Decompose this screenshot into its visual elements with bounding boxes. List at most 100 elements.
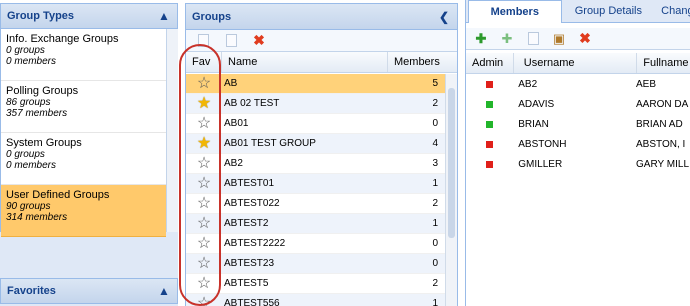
group-type-members: 357 members bbox=[6, 108, 68, 119]
star-outline-icon[interactable]: ☆ bbox=[197, 155, 211, 172]
group-members-cell: 0 bbox=[432, 118, 438, 129]
username-cell: AB2 bbox=[518, 78, 538, 90]
tab-group-details[interactable]: Group Details bbox=[562, 0, 656, 22]
group-types-list: Info. Exchange Groups 0 groups 0 members… bbox=[0, 29, 166, 237]
collapse-up-icon[interactable]: ▲ bbox=[157, 284, 171, 298]
new-group-icon[interactable] bbox=[196, 34, 210, 48]
add-members-icon[interactable]: ✚ bbox=[500, 31, 514, 46]
collapse-left-icon[interactable]: ❮ bbox=[437, 10, 451, 24]
group-type-title: Polling Groups bbox=[6, 85, 79, 97]
groups-header: Groups ❮ bbox=[186, 4, 457, 30]
fullname-cell: AEB bbox=[636, 78, 657, 90]
table-row[interactable]: ABSTONH ABSTON, I bbox=[466, 134, 690, 154]
group-type-item[interactable]: Info. Exchange Groups 0 groups 0 members bbox=[1, 29, 166, 81]
table-row[interactable]: ☆ ABTEST556 1 bbox=[186, 294, 446, 306]
fullname-cell: GARY MILL bbox=[636, 158, 690, 170]
group-members-cell: 0 bbox=[432, 258, 438, 269]
group-type-members: 0 members bbox=[6, 160, 57, 171]
group-name-cell: ABTEST022 bbox=[224, 198, 280, 209]
fullname-cell: AARON DA bbox=[636, 98, 689, 110]
scrollbar-thumb[interactable] bbox=[448, 88, 455, 238]
group-name-cell: ABTEST2 bbox=[224, 218, 269, 229]
star-outline-icon[interactable]: ☆ bbox=[197, 235, 211, 252]
table-row[interactable]: ☆ ABTEST23 0 bbox=[186, 254, 446, 274]
table-row[interactable]: ADAVIS AARON DA bbox=[466, 94, 690, 114]
group-name-cell: AB01 TEST GROUP bbox=[224, 138, 316, 149]
username-cell: ABSTONH bbox=[518, 138, 567, 150]
group-members-cell: 2 bbox=[432, 198, 438, 209]
star-outline-icon[interactable]: ☆ bbox=[197, 275, 211, 292]
group-type-count: 0 groups bbox=[6, 45, 45, 56]
group-members-cell: 1 bbox=[432, 178, 438, 189]
table-row[interactable]: ☆ AB01 0 bbox=[186, 114, 446, 134]
favorites-title: Favorites bbox=[7, 285, 56, 297]
star-outline-icon[interactable]: ☆ bbox=[197, 195, 211, 212]
groups-toolbar: ✖ bbox=[186, 30, 457, 52]
add-member-icon[interactable]: ✚ bbox=[474, 31, 488, 46]
table-row[interactable]: ★ AB01 TEST GROUP 4 bbox=[186, 134, 446, 154]
admin-column-header[interactable]: Admin bbox=[466, 53, 514, 73]
tab-changes[interactable]: Chang bbox=[655, 0, 690, 22]
table-row[interactable]: ☆ ABTEST2 1 bbox=[186, 214, 446, 234]
members-grid: AB2 AEB ADAVIS AARON DA BRIAN BRIAN AD ABSTONH… bbox=[466, 74, 690, 174]
favorites-header[interactable]: Favorites ▲ bbox=[0, 278, 178, 304]
group-types-header: Group Types ▲ bbox=[0, 3, 178, 29]
admin-status-icon bbox=[485, 100, 493, 108]
tab-members[interactable]: Members bbox=[468, 0, 562, 23]
group-name-cell: ABTEST2222 bbox=[224, 238, 286, 249]
table-row[interactable]: ☆ ABTEST01 1 bbox=[186, 174, 446, 194]
name-column-header[interactable]: Name bbox=[222, 52, 388, 72]
fullname-column-header[interactable]: Fullname bbox=[637, 53, 690, 73]
remove-member-icon[interactable]: ✖ bbox=[578, 30, 592, 46]
fav-column-header[interactable]: Fav bbox=[186, 52, 222, 72]
group-name-cell: ABTEST01 bbox=[224, 178, 275, 189]
star-outline-icon[interactable]: ☆ bbox=[197, 255, 211, 272]
group-type-title: Info. Exchange Groups bbox=[6, 33, 119, 45]
group-type-members: 314 members bbox=[6, 212, 68, 223]
copy-group-icon[interactable] bbox=[224, 34, 238, 48]
username-column-header[interactable]: Username bbox=[514, 53, 638, 73]
star-outline-icon[interactable]: ☆ bbox=[197, 215, 211, 232]
table-row[interactable]: ☆ AB2 3 bbox=[186, 154, 446, 174]
group-members-cell: 4 bbox=[432, 138, 438, 149]
table-row[interactable]: ☆ AB 5 bbox=[186, 74, 446, 94]
group-types-scrollbar[interactable] bbox=[166, 29, 178, 232]
group-type-item[interactable]: Polling Groups 86 groups 357 members bbox=[1, 81, 166, 133]
star-outline-icon[interactable]: ☆ bbox=[197, 175, 211, 192]
group-members-cell: 3 bbox=[432, 158, 438, 169]
group-type-item[interactable]: System Groups 0 groups 0 members bbox=[1, 133, 166, 185]
table-row[interactable]: ☆ ABTEST022 2 bbox=[186, 194, 446, 214]
delete-group-icon[interactable]: ✖ bbox=[252, 32, 266, 48]
group-name-cell: ABTEST5 bbox=[224, 278, 269, 289]
table-row[interactable]: ☆ ABTEST5 2 bbox=[186, 274, 446, 294]
group-members-cell: 1 bbox=[432, 218, 438, 229]
group-type-members: 0 members bbox=[6, 56, 57, 67]
star-outline-icon[interactable]: ☆ bbox=[197, 295, 211, 306]
clipboard-icon[interactable]: ▣ bbox=[552, 31, 566, 46]
table-row[interactable]: ★ AB 02 TEST 2 bbox=[186, 94, 446, 114]
groups-scrollbar[interactable] bbox=[445, 74, 457, 306]
group-name-cell: AB2 bbox=[224, 158, 243, 169]
group-name-cell: ABTEST23 bbox=[224, 258, 275, 269]
copy-member-icon[interactable] bbox=[526, 32, 540, 46]
members-column-header[interactable]: Members bbox=[388, 52, 446, 72]
fullname-cell: ABSTON, I bbox=[636, 138, 686, 150]
group-members-cell: 0 bbox=[432, 238, 438, 249]
collapse-up-icon[interactable]: ▲ bbox=[157, 9, 171, 23]
table-row[interactable]: AB2 AEB bbox=[466, 74, 690, 94]
table-row[interactable]: ☆ ABTEST2222 0 bbox=[186, 234, 446, 254]
members-panel: Members Group Details Chang ✚ ✚ ▣ ✖ Admi… bbox=[465, 0, 690, 306]
star-outline-icon[interactable]: ☆ bbox=[197, 115, 211, 132]
admin-status-icon bbox=[485, 160, 493, 168]
star-outline-icon[interactable]: ☆ bbox=[197, 75, 211, 92]
fullname-cell: BRIAN AD bbox=[636, 118, 683, 130]
group-type-title: User Defined Groups bbox=[6, 189, 110, 201]
groups-title: Groups bbox=[192, 10, 232, 23]
star-filled-icon[interactable]: ★ bbox=[197, 135, 211, 152]
star-filled-icon[interactable]: ★ bbox=[197, 95, 211, 112]
table-row[interactable]: BRIAN BRIAN AD bbox=[466, 114, 690, 134]
group-members-cell: 5 bbox=[432, 78, 438, 89]
table-row[interactable]: GMILLER GARY MILL bbox=[466, 154, 690, 174]
group-type-item-selected[interactable]: User Defined Groups 90 groups 314 member… bbox=[1, 185, 166, 237]
group-name-cell: AB 02 TEST bbox=[224, 98, 280, 109]
